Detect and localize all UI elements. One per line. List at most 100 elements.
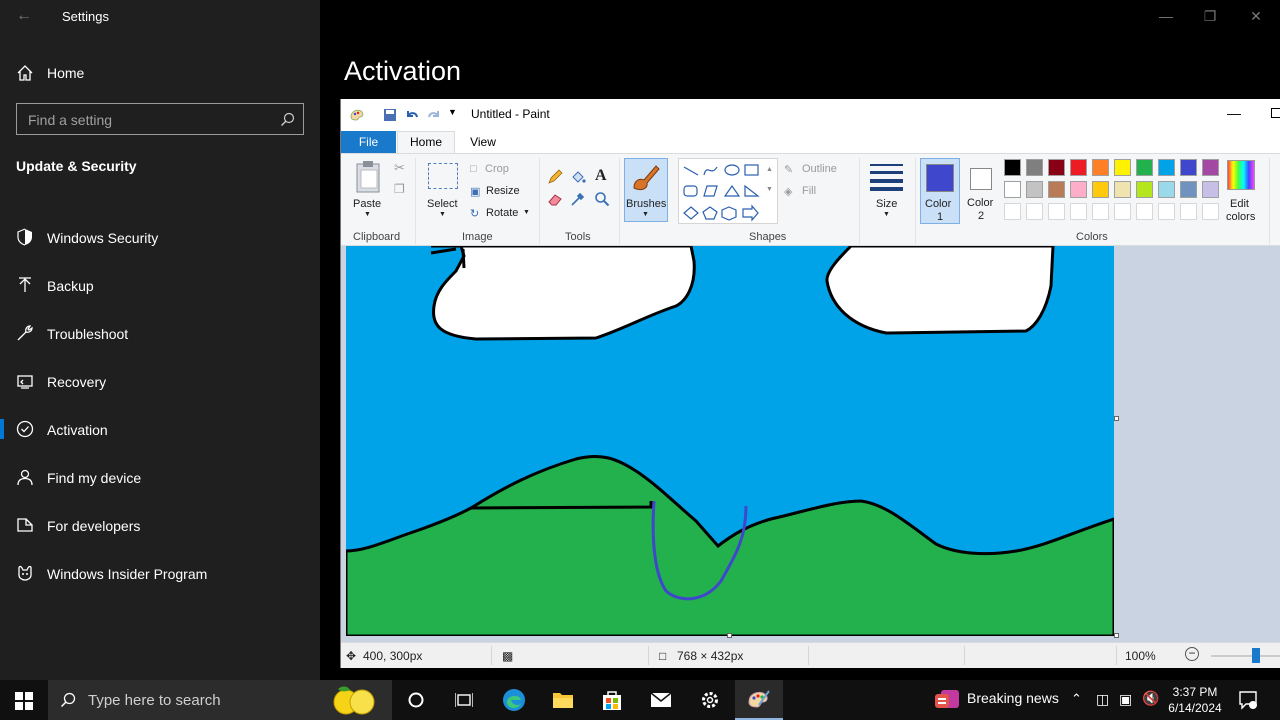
resize-button[interactable]: Resize [486,185,520,197]
palette-swatch[interactable] [1092,203,1109,220]
rotate-button[interactable]: Rotate [486,207,518,219]
restore-icon[interactable]: ❐ [1200,8,1220,25]
palette-swatch[interactable] [1048,181,1065,198]
news-widget-icon[interactable] [935,688,961,712]
back-arrow-icon[interactable]: ← [14,6,34,26]
size-icon[interactable] [870,163,903,191]
color1-button[interactable]: Color 1 [920,158,960,224]
redo-icon[interactable] [426,107,442,123]
select-dropdown-icon[interactable]: ▼ [439,211,446,218]
palette-swatch[interactable] [1070,159,1087,176]
settings-taskbar-button[interactable] [686,680,734,720]
edit-colors-label-2[interactable]: colors [1226,211,1255,223]
edit-colors-label[interactable]: Edit [1230,198,1249,210]
select-icon[interactable] [428,163,458,189]
sidebar-item-for-developers[interactable]: For developers [0,505,320,545]
paint-taskbar-button[interactable] [735,680,783,720]
palette-swatch[interactable] [1114,159,1131,176]
fill-bucket-icon[interactable] [570,169,586,185]
palette-swatch[interactable] [1048,159,1065,176]
notification-icon[interactable] [1238,690,1258,710]
cortana-button[interactable] [392,680,440,720]
palette-swatch[interactable] [1158,203,1175,220]
palette-swatch[interactable] [1070,203,1087,220]
mail-button[interactable] [637,680,685,720]
paste-button[interactable]: Paste [353,198,381,210]
fill-button[interactable]: Fill [802,185,816,197]
palette-swatch[interactable] [1180,181,1197,198]
drawing-canvas[interactable] [346,246,1114,636]
size-dropdown-icon[interactable]: ▼ [883,211,890,218]
palette-swatch[interactable] [1158,159,1175,176]
settings-search-input[interactable]: Find a setting [16,103,304,135]
minimize-icon[interactable]: — [1156,8,1176,24]
device-icon[interactable]: ◫ [1096,691,1109,708]
taskbar-clock[interactable]: 3:37 PM 6/14/2024 [1168,684,1222,716]
paste-dropdown-icon[interactable]: ▼ [364,211,371,218]
tab-view[interactable]: View [463,131,503,153]
pencil-icon[interactable] [547,169,563,185]
search-icon[interactable] [280,112,295,127]
taskbar-search-box[interactable]: Type here to search [48,680,392,720]
size-button[interactable]: Size [876,198,897,210]
shapes-scroll-up-icon[interactable]: ▲ [766,166,773,173]
palette-swatch[interactable] [1114,203,1131,220]
close-icon[interactable]: ✕ [1246,8,1266,25]
palette-swatch[interactable] [1136,181,1153,198]
palette-swatch[interactable] [1048,203,1065,220]
edit-colors-icon[interactable] [1227,160,1255,190]
tab-home[interactable]: Home [397,131,455,153]
undo-icon[interactable] [404,107,420,123]
magnifier-icon[interactable] [594,191,610,207]
palette-swatch[interactable] [1180,203,1197,220]
brushes-button[interactable]: Brushes ▼ [624,158,668,222]
outline-button[interactable]: Outline [802,163,837,175]
task-view-button[interactable] [440,680,488,720]
home-nav-item[interactable]: Home [0,58,320,88]
sidebar-item-windows-security[interactable]: Windows Security [0,217,320,257]
palette-swatch[interactable] [1114,181,1131,198]
sidebar-item-troubleshoot[interactable]: Troubleshoot [0,313,320,353]
palette-swatch[interactable] [1026,159,1043,176]
network-icon[interactable]: ▣ [1119,691,1132,708]
shapes-scroll-down-icon[interactable]: ▼ [766,186,773,193]
text-tool-icon[interactable]: A [595,167,607,185]
paint-maximize-icon[interactable] [1271,108,1280,118]
rotate-dropdown-icon[interactable]: ▼ [523,209,530,216]
palette-swatch[interactable] [1202,203,1219,220]
cut-icon[interactable]: ✂ [394,160,405,176]
copy-icon[interactable]: ❐ [394,182,405,196]
shapes-gallery[interactable] [678,158,778,224]
store-button[interactable] [588,680,636,720]
paint-minimize-icon[interactable]: — [1227,105,1241,121]
palette-swatch[interactable] [1092,159,1109,176]
paste-icon[interactable] [354,160,384,194]
zoom-out-icon[interactable]: − [1185,647,1199,661]
palette-swatch[interactable] [1004,203,1021,220]
windows-start-icon[interactable] [15,692,33,710]
tab-file[interactable]: File [341,131,396,153]
resize-handle-bottom[interactable] [727,633,732,638]
chevron-up-icon[interactable]: ⌃ [1071,691,1082,707]
sidebar-item-recovery[interactable]: Recovery [0,361,320,401]
color2-button[interactable]: Color 2 [962,158,1002,224]
palette-swatch[interactable] [1180,159,1197,176]
palette-swatch[interactable] [1004,159,1021,176]
resize-handle-right[interactable] [1114,416,1119,421]
sidebar-item-find-my-device[interactable]: Find my device [0,457,320,497]
crop-button[interactable]: Crop [485,163,509,175]
file-explorer-button[interactable] [539,680,587,720]
palette-swatch[interactable] [1202,159,1219,176]
color-picker-icon[interactable] [570,191,586,207]
palette-swatch[interactable] [1136,159,1153,176]
palette-swatch[interactable] [1026,181,1043,198]
sidebar-item-activation[interactable]: Activation [0,409,320,449]
volume-muted-icon[interactable]: 🔇 [1142,690,1159,707]
quick-access-dropdown-icon[interactable]: ▼ [448,107,457,117]
zoom-slider-thumb[interactable] [1252,648,1260,663]
eraser-icon[interactable] [547,191,563,207]
resize-handle-corner[interactable] [1114,633,1119,638]
palette-swatch[interactable] [1026,203,1043,220]
palette-swatch[interactable] [1004,181,1021,198]
canvas-area[interactable] [341,246,1280,642]
